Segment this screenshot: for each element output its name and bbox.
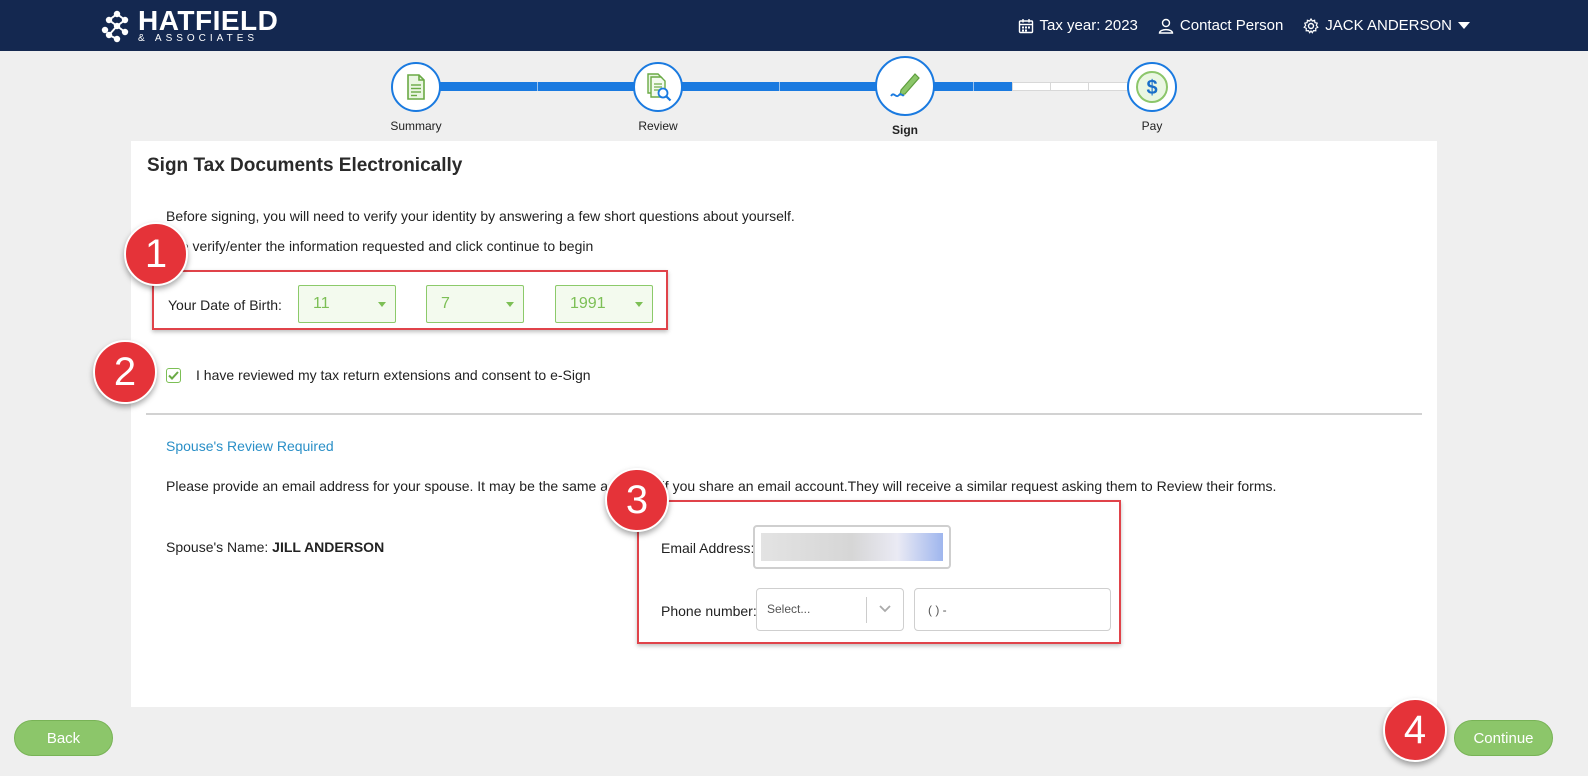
user-menu[interactable]: JACK ANDERSON bbox=[1303, 17, 1470, 34]
phone-type-select[interactable]: Select... bbox=[756, 588, 904, 631]
annotation-badge-1: 1 bbox=[124, 222, 188, 286]
pen-sign-icon bbox=[875, 56, 935, 116]
dob-label: Your Date of Birth: bbox=[168, 297, 282, 313]
document-icon bbox=[391, 62, 441, 112]
logo[interactable]: HATFIELD & ASSOCIATES bbox=[100, 5, 279, 44]
tax-year-selector[interactable]: Tax year: 2023 bbox=[1018, 17, 1138, 34]
track-divider bbox=[537, 82, 538, 91]
step-summary[interactable]: Summary bbox=[390, 62, 442, 133]
dropdown-arrow-icon bbox=[506, 302, 514, 307]
logo-mark-icon bbox=[100, 9, 134, 43]
contact-person-link[interactable]: Contact Person bbox=[1158, 17, 1283, 34]
spouse-description: Please provide an email address for your… bbox=[166, 478, 1277, 494]
page-title: Sign Tax Documents Electronically bbox=[147, 155, 463, 176]
spouse-name-row: Spouse's Name: JILL ANDERSON bbox=[166, 539, 384, 555]
gear-icon bbox=[1303, 17, 1320, 34]
review-search-icon bbox=[633, 62, 683, 112]
dob-year-value: 1991 bbox=[570, 295, 606, 312]
email-redacted-value bbox=[761, 533, 943, 561]
dropdown-arrow-icon bbox=[635, 302, 643, 307]
user-name: JACK ANDERSON bbox=[1325, 17, 1452, 34]
step-label-pay: Pay bbox=[1141, 119, 1163, 133]
dropdown-arrow-icon bbox=[378, 302, 386, 307]
top-nav-bar: HATFIELD & ASSOCIATES Tax year: 2023 Con… bbox=[0, 0, 1588, 51]
phone-type-placeholder: Select... bbox=[767, 602, 811, 616]
dob-month-select[interactable]: 11 bbox=[298, 285, 396, 323]
step-sign[interactable]: Sign bbox=[875, 56, 935, 137]
caret-down-icon bbox=[1458, 22, 1470, 29]
brand-name: HATFIELD bbox=[138, 5, 279, 36]
consent-label: I have reviewed my tax return extensions… bbox=[196, 367, 591, 383]
spouse-section-heading: Spouse's Review Required bbox=[166, 438, 334, 454]
select-separator bbox=[866, 597, 867, 623]
instruction-text: ase verify/enter the information request… bbox=[166, 238, 594, 254]
user-icon bbox=[1158, 18, 1174, 34]
spouse-name-label: Spouse's Name: bbox=[166, 539, 269, 555]
track-divider bbox=[973, 82, 974, 91]
dollar-icon: $ bbox=[1127, 62, 1177, 112]
main-card: Sign Tax Documents Electronically Before… bbox=[131, 141, 1437, 707]
annotation-badge-2: 2 bbox=[93, 340, 157, 404]
phone-label: Phone number: bbox=[661, 603, 757, 619]
track-divider bbox=[779, 82, 780, 91]
step-label-review: Review bbox=[638, 119, 678, 133]
progress-stepper: Summary Review Sign $ Pay bbox=[390, 56, 1180, 137]
intro-text: Before signing, you will need to verify … bbox=[166, 208, 795, 224]
back-button[interactable]: Back bbox=[14, 720, 113, 756]
track-divider bbox=[1088, 82, 1089, 91]
email-label: Email Address: bbox=[661, 540, 755, 556]
section-divider bbox=[146, 413, 1422, 415]
consent-checkbox[interactable] bbox=[166, 367, 181, 383]
step-pay[interactable]: $ Pay bbox=[1127, 62, 1177, 133]
consent-row: I have reviewed my tax return extensions… bbox=[166, 367, 591, 383]
step-label-summary: Summary bbox=[390, 119, 442, 133]
calendar-icon bbox=[1018, 18, 1033, 33]
checkmark-icon bbox=[168, 370, 179, 380]
email-field[interactable] bbox=[753, 525, 951, 569]
progress-track-3-empty bbox=[1012, 82, 1128, 91]
dob-day-select[interactable]: 7 bbox=[426, 285, 524, 323]
chevron-down-icon bbox=[879, 605, 891, 613]
dob-month-value: 11 bbox=[313, 295, 330, 312]
step-label-sign: Sign bbox=[892, 123, 918, 137]
step-review[interactable]: Review bbox=[633, 62, 683, 133]
svg-text:$: $ bbox=[1146, 77, 1157, 99]
dob-year-select[interactable]: 1991 bbox=[555, 285, 653, 323]
phone-number-input[interactable]: ( ) - bbox=[914, 588, 1111, 631]
contact-highlight-box: Email Address: Phone number: Select... (… bbox=[637, 500, 1121, 644]
brand-subtitle: & ASSOCIATES bbox=[138, 33, 259, 44]
dob-day-value: 7 bbox=[441, 295, 450, 312]
contact-person-label: Contact Person bbox=[1179, 17, 1284, 34]
track-divider bbox=[1050, 82, 1051, 91]
progress-track-3-filled bbox=[930, 82, 1012, 91]
annotation-badge-4: 4 bbox=[1383, 698, 1447, 762]
annotation-badge-3: 3 bbox=[605, 468, 669, 532]
tax-year-label: Tax year: 2023 bbox=[1039, 17, 1138, 34]
dob-highlight-box: Your Date of Birth: 11 7 1991 bbox=[152, 270, 668, 330]
spouse-name-value: JILL ANDERSON bbox=[272, 539, 385, 555]
phone-placeholder: ( ) - bbox=[928, 603, 947, 617]
continue-button[interactable]: Continue bbox=[1454, 720, 1553, 756]
